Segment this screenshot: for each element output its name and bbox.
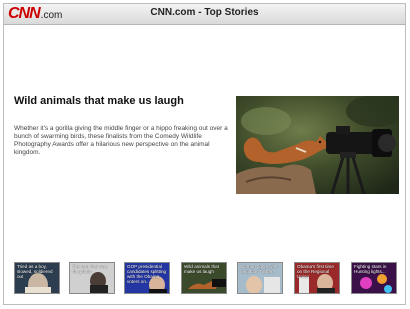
thumbnail-4[interactable]: Wild animals that make us laugh — [181, 262, 227, 294]
thumbnail-caption: The tent that was the photo — [72, 264, 108, 274]
thumbnail-7[interactable]: Fighting stars in Hunting lights... — [351, 262, 397, 294]
thumbnail-1[interactable]: Tried as a boy, slowed, soldiered out — [14, 262, 60, 294]
thumbnail-caption: Obama's first time on the Regional Union — [297, 264, 334, 279]
story-hero-image[interactable] — [236, 96, 399, 194]
app-window: CNN .com CNN.com - Top Stories Wild anim… — [3, 3, 406, 305]
thumbnail-caption: GOP presidential candidates splitting wi… — [127, 264, 167, 284]
thumbnail-2[interactable]: The tent that was the photo — [69, 262, 115, 294]
thumbnail-caption: Tried as a boy, slowed, soldiered out — [17, 264, 53, 279]
story-headline[interactable]: Wild animals that make us laugh — [14, 95, 229, 107]
thumbnail-5[interactable]: Woman fights with neighbor Twitter... — [237, 262, 283, 294]
thumbnail-caption: Woman fights with neighbor Twitter... — [240, 264, 278, 274]
story-summary: Whether it's a gorilla giving the middle… — [14, 125, 228, 156]
page-title: CNN.com - Top Stories — [150, 7, 259, 18]
squirrel-photo — [236, 96, 399, 194]
thumbnail-strip: Tried as a boy, slowed, soldiered out Th… — [14, 262, 400, 296]
thumbnail-3[interactable]: GOP presidential candidates splitting wi… — [124, 262, 170, 294]
thumbnail-6[interactable]: Obama's first time on the Regional Union — [294, 262, 340, 294]
top-bar: CNN .com CNN.com - Top Stories — [4, 4, 405, 25]
thumbnail-caption: Wild animals that make us laugh — [184, 264, 219, 274]
thumbnail-caption: Fighting stars in Hunting lights... — [354, 264, 387, 274]
